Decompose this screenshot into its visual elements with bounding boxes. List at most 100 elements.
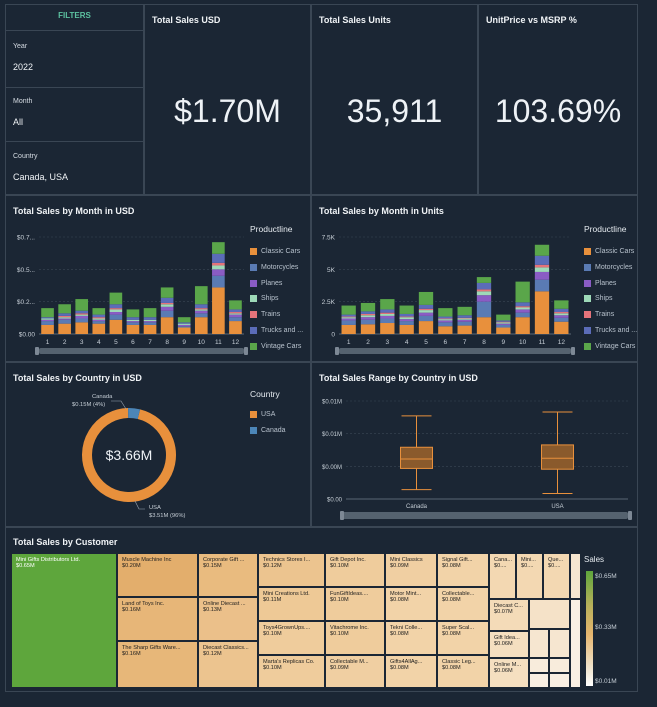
treemap-cell[interactable]: Corporate Gift ... $0.15M (198, 553, 258, 597)
treemap-cell[interactable]: Tekni Colle... $0.08M (385, 621, 437, 655)
bar-segment[interactable] (554, 313, 569, 316)
treemap-cell[interactable]: Cana... $0.... (489, 553, 516, 599)
bar-segment[interactable] (229, 317, 242, 322)
bar-segment[interactable] (126, 322, 140, 325)
year-filter[interactable]: 2022 (13, 62, 33, 72)
bar-segment[interactable] (341, 305, 356, 315)
bar-segment[interactable] (476, 277, 492, 283)
bar-segment[interactable] (380, 315, 395, 319)
bar-segment[interactable] (496, 321, 511, 323)
bar-segment[interactable] (515, 312, 530, 318)
box[interactable] (541, 444, 574, 470)
treemap-cell[interactable]: Land of Toys Inc. $0.16M (117, 597, 198, 641)
treemap-cell[interactable]: Mini Gifts Distributors Ltd. $0.65M (11, 553, 117, 688)
legend-item[interactable]: Trucks and ... (584, 327, 637, 334)
bar-segment[interactable] (75, 318, 89, 323)
treemap-cell[interactable]: Online Diecast ... $0.13M (198, 597, 258, 641)
bar-segment[interactable] (177, 323, 191, 325)
bar-segment[interactable] (418, 310, 434, 313)
bar-segment[interactable] (41, 317, 54, 319)
bar-segment[interactable] (75, 310, 89, 314)
bar-segment[interactable] (126, 317, 140, 320)
bar-segment[interactable] (476, 301, 492, 318)
box[interactable] (400, 446, 433, 469)
bar-segment[interactable] (92, 317, 106, 319)
bar-segment[interactable] (212, 265, 225, 270)
bar-segment[interactable] (41, 324, 54, 334)
treemap-cell[interactable]: FunGiftIdeas.... $0.10M (325, 587, 385, 621)
treemap-cell[interactable]: Collectable... $0.08M (437, 587, 489, 621)
bar-segment[interactable] (58, 315, 71, 318)
bar-segment[interactable] (92, 308, 106, 315)
bar-segment[interactable] (399, 319, 414, 322)
country-filter[interactable]: Canada, USA (13, 172, 68, 182)
bar-segment[interactable] (438, 316, 453, 319)
bar-segment[interactable] (399, 317, 414, 320)
bar-segment[interactable] (399, 316, 414, 318)
bar-segment[interactable] (515, 281, 530, 303)
bar-segment[interactable] (418, 308, 434, 311)
bar-segment[interactable] (194, 286, 208, 305)
bar-segment[interactable] (457, 319, 472, 322)
bar-segment[interactable] (41, 318, 54, 320)
bar-segment[interactable] (418, 304, 434, 309)
bar-segment[interactable] (229, 321, 242, 334)
bar-segment[interactable] (476, 317, 492, 334)
legend-item[interactable]: Vintage Cars (584, 342, 635, 350)
bar-segment[interactable] (229, 314, 242, 318)
legend-item-usa[interactable]: USA (250, 411, 275, 418)
bar-segment[interactable] (126, 321, 140, 323)
bar-segment[interactable] (476, 295, 492, 302)
bar-segment[interactable] (160, 297, 174, 303)
bar-segment[interactable] (380, 312, 395, 314)
bar-segment[interactable] (229, 300, 242, 310)
bar-segment[interactable] (360, 311, 376, 314)
bar-segment[interactable] (457, 315, 472, 318)
bar-segment[interactable] (194, 317, 208, 334)
legend-item[interactable]: Planes (250, 279, 282, 287)
treemap-cell[interactable] (529, 673, 549, 688)
bar-segment[interactable] (380, 323, 395, 334)
bar-segment[interactable] (418, 321, 434, 334)
chart-scrollbar[interactable] (342, 512, 628, 519)
bar-segment[interactable] (75, 315, 89, 319)
bar-segment[interactable] (160, 302, 174, 305)
bar-segment[interactable] (515, 309, 530, 313)
bar-segment[interactable] (418, 315, 434, 322)
legend-item[interactable]: Classic Cars (584, 248, 634, 255)
bar-segment[interactable] (143, 317, 157, 320)
bar-segment[interactable] (143, 322, 157, 325)
bar-segment[interactable] (515, 307, 530, 310)
bar-segment[interactable] (457, 321, 472, 326)
bar-segment[interactable] (160, 304, 174, 307)
bar-segment[interactable] (341, 317, 356, 319)
treemap-cell[interactable] (529, 658, 549, 673)
bar-segment[interactable] (212, 253, 225, 263)
bar-segment[interactable] (212, 242, 225, 254)
scroll-handle-right[interactable] (244, 347, 248, 355)
treemap-cell[interactable]: Signal Gift... $0.08M (437, 553, 489, 587)
bar-segment[interactable] (515, 302, 530, 307)
bar-segment[interactable] (418, 291, 434, 305)
bar-segment[interactable] (75, 313, 89, 315)
legend-item[interactable]: Trains (584, 311, 614, 319)
bar-segment[interactable] (399, 305, 414, 314)
bar-segment[interactable] (496, 320, 511, 322)
scroll-handle-left[interactable] (335, 347, 339, 355)
bar-segment[interactable] (75, 314, 89, 316)
treemap-cell[interactable]: Gift Depot Inc. $0.10M (325, 553, 385, 587)
bar-segment[interactable] (380, 313, 395, 316)
bar-segment[interactable] (360, 302, 376, 312)
bar-segment[interactable] (109, 309, 123, 313)
bar-segment[interactable] (496, 327, 511, 334)
treemap-cell[interactable]: Classic Leg... $0.08M (437, 655, 489, 688)
treemap-cell[interactable]: Diecast C... $0.07M (489, 599, 529, 631)
bar-segment[interactable] (109, 314, 123, 320)
bar-segment[interactable] (418, 312, 434, 316)
scroll-handle-left[interactable] (35, 347, 39, 355)
bar-segment[interactable] (554, 312, 569, 314)
treemap-cell[interactable]: Collectable M... $0.09M (325, 655, 385, 688)
bar-segment[interactable] (58, 318, 71, 320)
bar-segment[interactable] (229, 309, 242, 313)
bar-segment[interactable] (380, 309, 395, 313)
